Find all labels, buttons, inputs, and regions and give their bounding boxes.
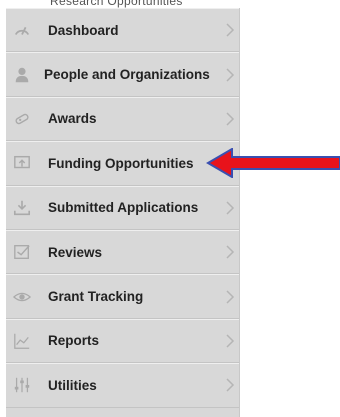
sidebar-item-people-and-organizations[interactable]: People and Organizations	[6, 52, 239, 97]
sidebar-item-funding-opportunities[interactable]: Funding Opportunities	[6, 141, 239, 186]
sidebar-item-dashboard[interactable]: Dashboard	[6, 8, 239, 53]
chevron-right-icon	[226, 245, 235, 259]
eye-icon	[12, 287, 32, 307]
sidebar-item-label: Grant Tracking	[48, 289, 144, 305]
sidebar-item-label: Reviews	[48, 244, 103, 260]
sidebar-item-label: Dashboard	[48, 22, 119, 38]
person-icon	[12, 65, 32, 85]
sidebar-nav: Dashboard People and Organizations Award…	[6, 8, 240, 417]
sidebar-item-grant-tracking[interactable]: Grant Tracking	[6, 274, 239, 319]
download-tray-icon	[12, 198, 32, 218]
funding-screen-icon	[12, 153, 32, 173]
chevron-right-icon	[226, 68, 235, 82]
sidebar-item-label: Awards	[48, 111, 97, 127]
sidebar-item-submitted-applications[interactable]: Submitted Applications	[6, 185, 239, 230]
sidebar-item-awards[interactable]: Awards	[6, 96, 239, 142]
header-cutoff: Research Opportunities	[6, 0, 236, 8]
sidebar-item-label: Reports	[48, 333, 100, 349]
sidebar-item-label: Submitted Applications	[48, 200, 199, 216]
sidebar-item-utilities[interactable]: Utilities	[6, 363, 239, 408]
chevron-right-icon	[226, 23, 235, 37]
chevron-right-icon	[226, 290, 235, 304]
chevron-right-icon	[226, 378, 235, 392]
sidebar-item-reviews[interactable]: Reviews	[6, 229, 239, 275]
sidebar-item-label: Utilities	[48, 377, 97, 393]
dashboard-gauge-icon	[12, 20, 32, 40]
chevron-right-icon	[226, 201, 235, 215]
header-cut-text: Research Opportunities	[50, 0, 183, 8]
ribbon-icon	[12, 109, 32, 129]
checkbox-icon	[12, 242, 32, 262]
sidebar-item-label: People and Organizations	[44, 67, 210, 83]
sliders-icon	[12, 375, 32, 395]
annotation-arrow-icon	[206, 148, 340, 178]
sidebar-item-reports[interactable]: Reports	[6, 318, 239, 364]
chevron-right-icon	[226, 112, 235, 126]
line-chart-icon	[12, 331, 32, 351]
chevron-right-icon	[226, 334, 235, 348]
